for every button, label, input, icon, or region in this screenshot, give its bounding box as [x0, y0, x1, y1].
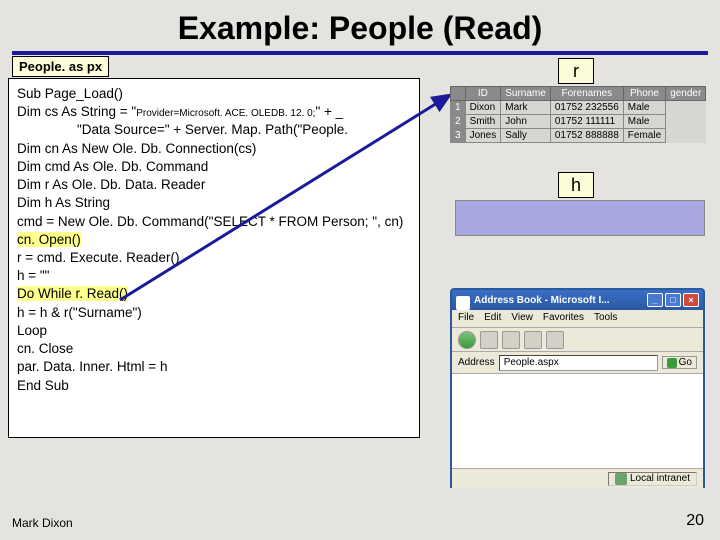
table-row: 2 Smith John 01752 111111 Male [451, 115, 706, 129]
address-label: Address [458, 357, 495, 368]
code-line: par. Data. Inner. Html = h [17, 358, 411, 376]
browser-toolbar [452, 328, 703, 352]
stop-button[interactable] [502, 331, 520, 349]
go-button[interactable]: Go [662, 356, 697, 369]
title-rule [12, 51, 708, 55]
code-line: h = "" [17, 267, 411, 285]
code-line: Dim cs As String = "Provider=Microsoft. … [17, 103, 411, 121]
browser-titlebar: Address Book - Microsoft I... _ □ × [452, 290, 703, 310]
code-line: Sub Page_Load() [17, 85, 411, 103]
browser-body [452, 374, 703, 468]
forward-button[interactable] [480, 331, 498, 349]
code-line: cn. Open() [17, 231, 411, 249]
code-block: Sub Page_Load() Dim cs As String = "Prov… [8, 78, 420, 438]
variable-label-h: h [558, 172, 594, 198]
browser-window: Address Book - Microsoft I... _ □ × File… [450, 288, 705, 488]
menu-file[interactable]: File [458, 312, 474, 325]
table-header-row: ID Surname Forenames Phone gender [451, 87, 706, 101]
slide-title: Example: People (Read) [0, 0, 720, 51]
go-icon [667, 358, 677, 368]
filename-label: People. as px [12, 56, 109, 77]
code-line: cmd = New Ole. Db. Command("SELECT * FRO… [17, 213, 411, 231]
browser-statusbar: Local intranet [452, 468, 703, 488]
data-table: ID Surname Forenames Phone gender 1 Dixo… [450, 86, 706, 143]
close-button[interactable]: × [683, 293, 699, 307]
address-bar: Address People.aspx Go [452, 352, 703, 374]
code-line: Loop [17, 322, 411, 340]
browser-menu: File Edit View Favorites Tools [452, 310, 703, 328]
menu-favorites[interactable]: Favorites [543, 312, 584, 325]
status-text: Local intranet [630, 473, 690, 484]
code-line: Dim r As Ole. Db. Data. Reader [17, 176, 411, 194]
maximize-button[interactable]: □ [665, 293, 681, 307]
code-line: h = h & r("Surname") [17, 304, 411, 322]
table-row: 1 Dixon Mark 01752 232556 Male [451, 101, 706, 115]
home-button[interactable] [546, 331, 564, 349]
intranet-icon [615, 473, 627, 485]
code-line: Dim cn As New Ole. Db. Connection(cs) [17, 140, 411, 158]
ie-icon [456, 296, 470, 310]
code-line: cn. Close [17, 340, 411, 358]
footer-author: Mark Dixon [12, 516, 73, 530]
code-line: "Data Source=" + Server. Map. Path("Peop… [17, 121, 411, 139]
back-button[interactable] [458, 331, 476, 349]
code-line: Dim h As String [17, 194, 411, 212]
browser-title-text: Address Book - Microsoft I... [474, 295, 610, 306]
table-row: 3 Jones Sally 01752 888888 Female [451, 129, 706, 143]
code-line: Do While r. Read() [17, 285, 411, 303]
code-line: r = cmd. Execute. Reader() [17, 249, 411, 267]
variable-label-r: r [558, 58, 594, 84]
h-output-box [455, 200, 705, 236]
code-line: End Sub [17, 377, 411, 395]
address-input[interactable]: People.aspx [499, 355, 658, 371]
page-number: 20 [686, 512, 704, 530]
minimize-button[interactable]: _ [647, 293, 663, 307]
menu-tools[interactable]: Tools [594, 312, 617, 325]
code-line: Dim cmd As Ole. Db. Command [17, 158, 411, 176]
refresh-button[interactable] [524, 331, 542, 349]
menu-view[interactable]: View [511, 312, 533, 325]
menu-edit[interactable]: Edit [484, 312, 501, 325]
